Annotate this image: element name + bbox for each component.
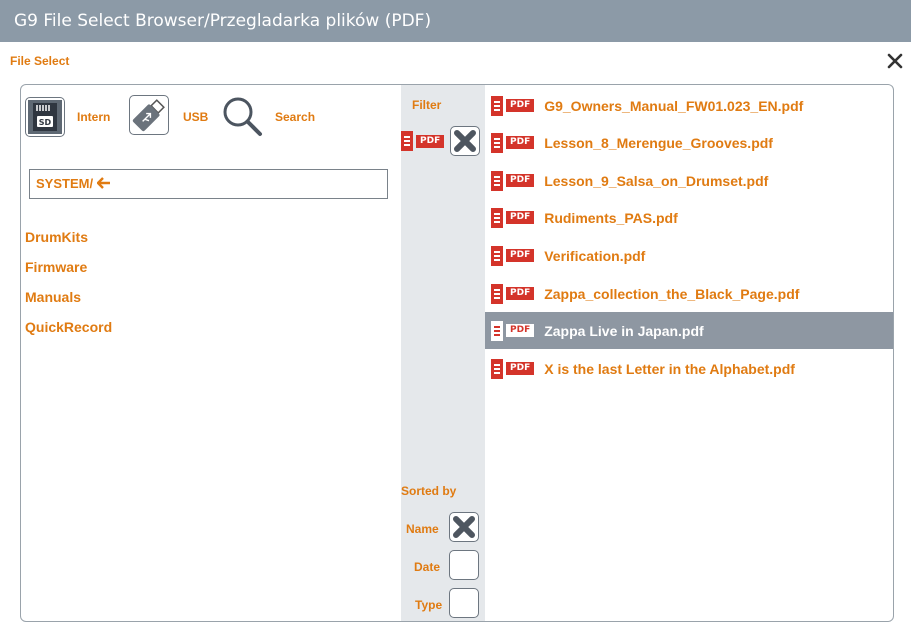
sort-date-checkbox[interactable] <box>449 550 479 580</box>
file-name: Zappa_collection_the_Black_Page.pdf <box>544 285 800 302</box>
file-row[interactable]: PDF X is the last Letter in the Alphabet… <box>485 350 893 387</box>
sort-type-checkbox[interactable] <box>449 588 479 618</box>
pdf-file-icon: PDF <box>491 170 535 191</box>
file-row[interactable]: PDF Rudiments_PAS.pdf <box>485 199 893 236</box>
intern-source-button[interactable]: SD <box>25 97 65 137</box>
file-name: Lesson_9_Salsa_on_Drumset.pdf <box>544 172 769 189</box>
section-label: File Select <box>10 54 70 68</box>
file-name: Lesson_8_Merengue_Grooves.pdf <box>544 134 773 151</box>
file-name: G9_Owners_Manual_FW01.023_EN.pdf <box>544 97 804 114</box>
usb-stick-icon <box>130 99 168 138</box>
pdf-file-icon: PDF <box>491 245 535 266</box>
sort-name-label: Name <box>406 522 439 536</box>
sort-date-label: Date <box>414 560 441 574</box>
folder-item[interactable]: QuickRecord <box>25 319 112 335</box>
file-row-selected[interactable]: PDF Zappa Live in Japan.pdf <box>485 312 893 349</box>
filter-checkbox[interactable] <box>450 126 480 156</box>
filter-label: Filter <box>412 98 442 112</box>
folder-item[interactable]: DrumKits <box>25 229 88 245</box>
file-row[interactable]: PDF Verification.pdf <box>485 237 893 274</box>
file-row[interactable]: PDF G9_Owners_Manual_FW01.023_EN.pdf <box>485 87 893 124</box>
file-row[interactable]: PDF Lesson_8_Merengue_Grooves.pdf <box>485 124 893 161</box>
sort-name-checkbox[interactable] <box>449 512 479 542</box>
path-field[interactable]: SYSTEM/ <box>29 169 388 199</box>
file-name: Verification.pdf <box>544 247 646 264</box>
close-icon <box>884 52 906 77</box>
usb-source-button[interactable] <box>129 95 169 135</box>
file-row[interactable]: PDF Lesson_9_Salsa_on_Drumset.pdf <box>485 162 893 199</box>
folder-item[interactable]: Manuals <box>25 289 81 305</box>
file-browser-panel: SD Intern USB Search SYSTEM/ DrumKits Fi… <box>20 84 894 622</box>
file-name: X is the last Letter in the Alphabet.pdf <box>544 360 795 377</box>
folder-item[interactable]: Firmware <box>25 259 87 275</box>
file-row[interactable]: PDF Zappa_collection_the_Black_Page.pdf <box>485 275 893 312</box>
pdf-filter-icon: PDF <box>401 131 445 151</box>
x-mark-icon <box>451 127 479 155</box>
x-mark-icon <box>450 513 478 541</box>
close-button[interactable] <box>884 50 906 72</box>
window-title: G9 File Select Browser/Przegladarka plik… <box>0 0 911 42</box>
search-label[interactable]: Search <box>275 110 315 124</box>
pdf-file-icon: PDF <box>491 358 535 379</box>
file-name: Rudiments_PAS.pdf <box>544 209 678 226</box>
pdf-file-icon: PDF <box>491 132 535 153</box>
sd-card-icon: SD <box>26 100 64 140</box>
intern-label[interactable]: Intern <box>77 110 110 124</box>
sort-type-label: Type <box>415 598 443 612</box>
usb-label[interactable]: USB <box>183 110 208 124</box>
back-arrow-icon[interactable] <box>96 176 111 191</box>
file-name: Zappa Live in Japan.pdf <box>544 322 704 339</box>
pdf-file-icon: PDF <box>491 207 535 228</box>
path-text: SYSTEM/ <box>36 176 94 191</box>
search-icon <box>219 97 265 143</box>
pdf-file-icon: PDF <box>491 95 535 116</box>
pdf-file-icon: PDF <box>491 320 535 341</box>
sorted-by-label: Sorted by <box>401 484 457 498</box>
svg-text:SD: SD <box>39 118 52 127</box>
pdf-file-icon: PDF <box>491 283 535 304</box>
search-button[interactable] <box>219 93 265 139</box>
